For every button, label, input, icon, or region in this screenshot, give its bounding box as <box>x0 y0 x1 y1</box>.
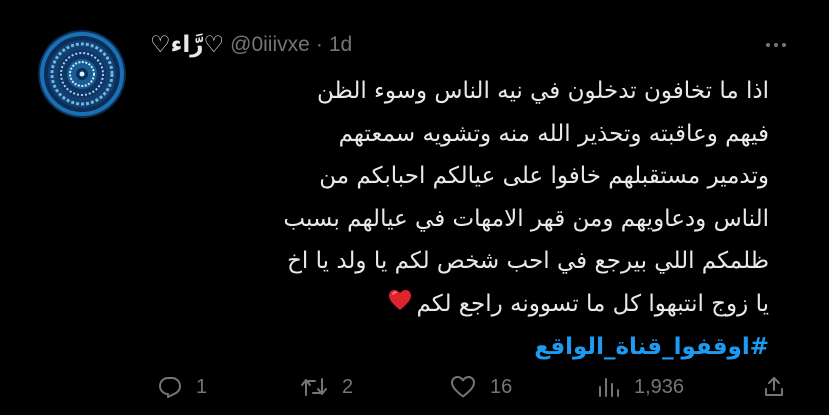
views-icon <box>599 378 619 397</box>
share-icon <box>765 377 783 396</box>
avatar[interactable] <box>38 30 126 118</box>
retweet-button[interactable]: 2 <box>300 370 353 404</box>
more-icon[interactable] <box>761 36 791 54</box>
reply-count: 1 <box>196 375 208 398</box>
tweet-text-line: اذا ما تخافون تدخلون في نيه الناس وسوء ا… <box>316 78 769 104</box>
timestamp[interactable]: 1d <box>329 33 352 57</box>
tweet-text-line: ظلمكم اللي بيرجع في احب شخص لكم يا ولد ي… <box>287 248 769 275</box>
tweet-text-line: الناس ودعاويهم ومن قهر الامهات في عيالهم… <box>283 205 769 232</box>
more-dot <box>766 43 770 47</box>
red-heart-emoji-icon <box>388 283 412 326</box>
display-name[interactable]: ♡رَّاء♡ <box>150 32 224 58</box>
separator-dot: · <box>315 33 323 56</box>
tweet-header: ♡رَّاء♡ @0iiivxe · 1d <box>150 28 352 62</box>
tweet-text-line: فيهم وعاقبته وتحذير الله منه وتشويه سمعت… <box>338 120 769 147</box>
more-dot <box>782 43 786 47</box>
reply-icon <box>159 377 181 398</box>
mandala-avatar-icon <box>38 30 126 118</box>
hashtag-link[interactable]: #اوقفوا_قناة_الواقع <box>149 326 769 369</box>
tweet-text-line-with-emoji: يا زوج انتبهوا كل ما تسوونه راجع لكم <box>149 283 769 326</box>
heart-icon <box>451 376 475 398</box>
tweet[interactable]: ♡رَّاء♡ @0iiivxe · 1d اذا ما تخافون تدخل… <box>0 0 829 415</box>
views-button[interactable]: 1,936 <box>596 370 684 404</box>
more-dot <box>774 43 778 47</box>
action-bar: 1 2 16 1,936 <box>150 370 790 404</box>
tweet-text-line: وتدمير مستقبلهم خافوا على عيالكم احبابكم… <box>319 163 769 190</box>
views-count: 1,936 <box>634 375 685 398</box>
tweet-text-line: يا زوج انتبهوا كل ما تسوونه راجع لكم <box>416 290 769 317</box>
reply-button[interactable]: 1 <box>158 370 207 404</box>
tweet-text: اذا ما تخافون تدخلون في نيه الناس وسوء ا… <box>149 70 769 368</box>
like-button[interactable]: 16 <box>450 370 512 404</box>
retweet-icon <box>301 378 327 396</box>
share-button[interactable] <box>762 370 786 404</box>
like-count: 16 <box>490 375 513 398</box>
user-handle[interactable]: @0iiivxe <box>230 33 310 57</box>
retweet-count: 2 <box>342 375 354 398</box>
